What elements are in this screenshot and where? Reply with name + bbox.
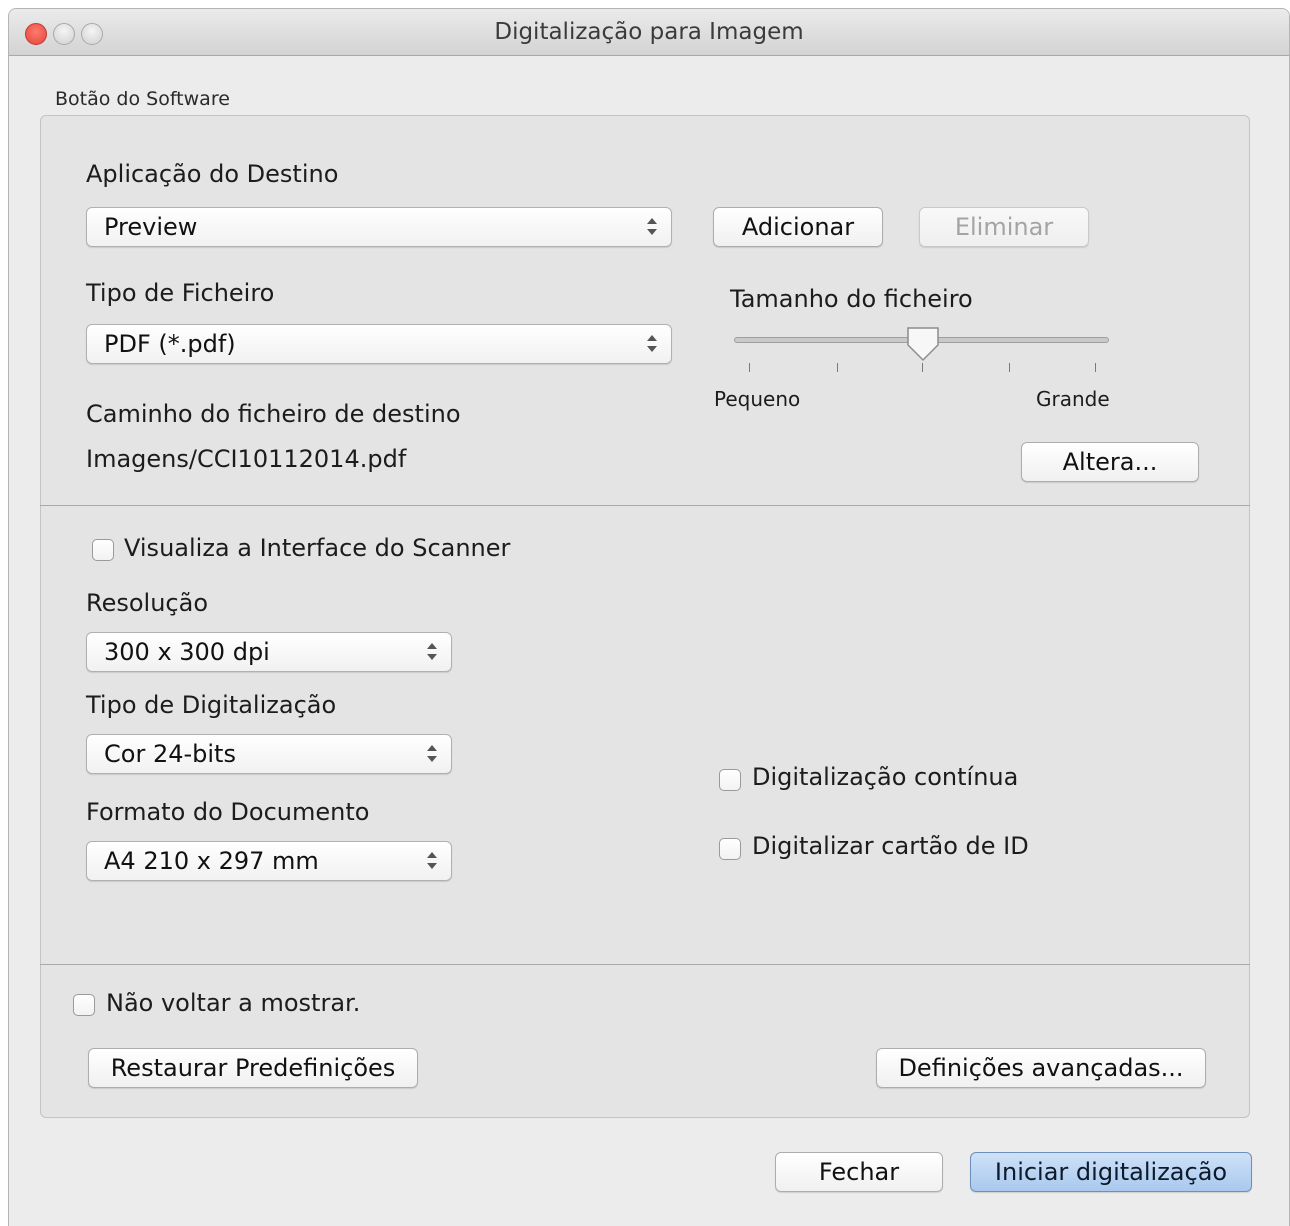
restore-defaults-button[interactable]: Restaurar Predefinições bbox=[88, 1048, 418, 1088]
scan-type-select[interactable]: Cor 24-bits bbox=[86, 734, 452, 774]
resolution-value: 300 x 300 dpi bbox=[104, 638, 270, 666]
separator bbox=[40, 505, 1250, 506]
section-label: Botão do Software bbox=[55, 88, 230, 110]
file-size-max-label: Grande bbox=[1036, 387, 1110, 411]
file-type-value: PDF (*.pdf) bbox=[104, 330, 236, 358]
document-size-select[interactable]: A4 210 x 297 mm bbox=[86, 841, 452, 881]
destination-app-select[interactable]: Preview bbox=[86, 207, 672, 247]
select-arrows-icon bbox=[427, 641, 437, 663]
document-size-label: Formato do Documento bbox=[86, 798, 370, 826]
settings-panel bbox=[40, 115, 1250, 1118]
dont-show-again-checkbox[interactable] bbox=[73, 994, 95, 1016]
slider-tick bbox=[1095, 363, 1096, 372]
destination-app-value: Preview bbox=[104, 213, 198, 241]
destination-path-value: Imagens/CCI10112014.pdf bbox=[86, 445, 407, 473]
slider-tick bbox=[922, 363, 923, 372]
id-card-scan-label: Digitalizar cartão de ID bbox=[752, 832, 1029, 860]
delete-button[interactable]: Eliminar bbox=[919, 207, 1089, 247]
add-button[interactable]: Adicionar bbox=[713, 207, 883, 247]
file-size-min-label: Pequeno bbox=[714, 387, 801, 411]
window-title: Digitalização para Imagem bbox=[494, 19, 804, 45]
scanner-interface-label: Visualiza a Interface do Scanner bbox=[124, 534, 511, 562]
slider-tick bbox=[1009, 363, 1010, 372]
continuous-scan-label: Digitalização contínua bbox=[752, 763, 1019, 791]
dont-show-again-label: Não voltar a mostrar. bbox=[106, 989, 361, 1017]
file-size-slider-knob[interactable] bbox=[905, 325, 941, 363]
start-scan-button[interactable]: Iniciar digitalização bbox=[970, 1152, 1252, 1192]
id-card-scan-checkbox[interactable] bbox=[719, 838, 741, 860]
resolution-label: Resolução bbox=[86, 589, 209, 617]
select-arrows-icon bbox=[647, 216, 657, 238]
document-size-value: A4 210 x 297 mm bbox=[104, 847, 319, 875]
title-bar: Digitalização para Imagem bbox=[9, 9, 1289, 56]
scan-type-value: Cor 24-bits bbox=[104, 740, 236, 768]
destination-path-label: Caminho do ficheiro de destino bbox=[86, 400, 461, 428]
advanced-settings-button[interactable]: Definições avançadas... bbox=[876, 1048, 1206, 1088]
resolution-select[interactable]: 300 x 300 dpi bbox=[86, 632, 452, 672]
separator bbox=[40, 964, 1250, 965]
file-type-select[interactable]: PDF (*.pdf) bbox=[86, 324, 672, 364]
select-arrows-icon bbox=[647, 333, 657, 355]
file-type-label: Tipo de Ficheiro bbox=[86, 279, 275, 307]
close-button[interactable]: Fechar bbox=[775, 1152, 943, 1192]
continuous-scan-checkbox[interactable] bbox=[719, 769, 741, 791]
select-arrows-icon bbox=[427, 743, 437, 765]
select-arrows-icon bbox=[427, 850, 437, 872]
destination-app-label: Aplicação do Destino bbox=[86, 160, 339, 188]
scanner-interface-checkbox[interactable] bbox=[92, 539, 114, 561]
slider-tick bbox=[837, 363, 838, 372]
change-path-button[interactable]: Altera... bbox=[1021, 442, 1199, 482]
scan-type-label: Tipo de Digitalização bbox=[86, 691, 337, 719]
slider-tick bbox=[749, 363, 750, 372]
file-size-label: Tamanho do ficheiro bbox=[730, 285, 973, 313]
